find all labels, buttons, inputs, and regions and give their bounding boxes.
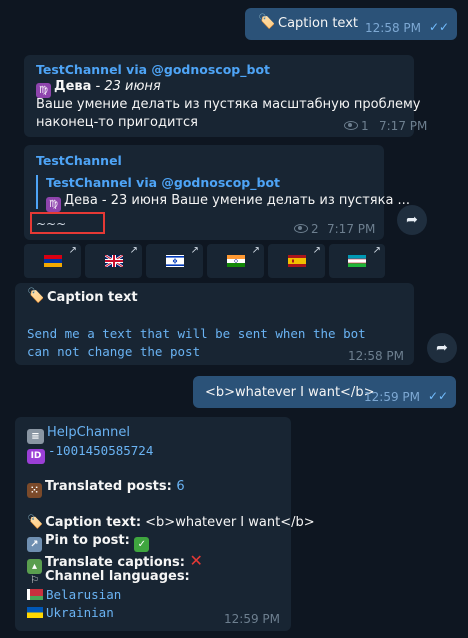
virgo-icon: ♍ (36, 83, 51, 98)
languages-label: Channel languages: (45, 569, 190, 584)
tag-icon: 🏷️ (27, 515, 44, 530)
tag-icon: 🏷️ (27, 288, 45, 304)
incoming-message-caption-prompt[interactable]: 🏷️ Caption text Send me a text that will… (15, 283, 414, 365)
external-link-icon: ↗ (129, 245, 138, 256)
reply-quote[interactable]: TestChannel via @godnoscop_bot ♍ Дева - 2… (36, 175, 410, 212)
translated-label: Translated posts: (45, 479, 177, 494)
message-time: 12:59 PM (224, 612, 280, 626)
translated-count: 6 (176, 479, 185, 494)
channel-id[interactable]: -1001450585724 (48, 443, 153, 458)
message-time: 12:58 PM (348, 349, 404, 363)
incoming-message-channel-settings[interactable]: ≡ HelpChannel ID -1001450585724 ⁙ Translate… (15, 417, 315, 631)
caption-label: Caption text: (45, 515, 142, 530)
quote-body: ♍ Дева - 23 июня Ваше умение делать из пу… (46, 193, 410, 212)
newspaper-icon: ≡ (27, 429, 44, 444)
quote-text: Дева - 23 июня Ваше умение делать из пус… (64, 193, 410, 208)
keyboard-button-uk[interactable]: ↗ (85, 244, 142, 278)
share-button[interactable]: ➦ (427, 333, 457, 363)
message-text-line2: наконец-то пригодится (36, 115, 198, 130)
eye-icon (294, 224, 308, 233)
language-belarusian: Belarusian (27, 587, 121, 603)
virgo-icon: ♍ (46, 197, 61, 212)
white-flag-icon: ⚐ (30, 575, 39, 586)
message-time: 12:58 PM (365, 21, 421, 35)
channel-row: ≡ HelpChannel (27, 425, 130, 444)
check-mark-icon: ✓ (134, 537, 150, 552)
languages-row: ⚐ Channel languages: (27, 569, 190, 588)
external-link-icon: ↗ (68, 245, 77, 256)
keyboard-button-spain[interactable]: ↗ (268, 244, 325, 278)
tilde-text: ~~~ (36, 217, 67, 231)
uzbekistan-flag-icon (348, 255, 366, 267)
quote-author: TestChannel via @godnoscop_bot (46, 175, 281, 190)
keyboard-button-india[interactable]: ↗ (207, 244, 264, 278)
message-time: 12:59 PM (364, 390, 420, 404)
sign-date: - 23 июня (91, 79, 161, 94)
views-counter: 1 (344, 119, 369, 133)
read-ticks-icon: ✓✓ (429, 20, 450, 34)
external-link-icon: ↗ (190, 245, 199, 256)
belarus-flag-icon (27, 589, 43, 600)
uk-flag-icon (104, 255, 123, 267)
caption-value: <b>whatever I want</b> (141, 515, 315, 530)
india-flag-icon (226, 255, 245, 267)
caption-row: 🏷️ Caption text: <b>whatever I want</b> (27, 515, 315, 530)
eye-icon (344, 121, 358, 130)
id-icon: ID (27, 449, 45, 464)
translate-label: Translate captions: (45, 555, 190, 570)
message-text: Caption text (278, 16, 358, 31)
language-ukrainian: Ukrainian (27, 605, 114, 621)
spain-flag-icon (287, 255, 306, 267)
prompt-line1: Send me a text that will be sent when th… (27, 326, 366, 341)
message-author[interactable]: TestChannel via @godnoscop_bot (36, 62, 270, 77)
pin-label: Pin to post: (45, 533, 135, 548)
read-ticks-icon: ✓✓ (428, 389, 449, 403)
ukraine-flag-icon (27, 607, 43, 618)
message-time: 7:17 PM (327, 222, 376, 236)
prompt-line2: can not change the post (27, 344, 201, 359)
armenia-flag-icon (43, 255, 62, 267)
external-link-icon: ↗ (251, 245, 260, 256)
share-button[interactable]: ➦ (397, 205, 427, 235)
keyboard-button-armenia[interactable]: ↗ (24, 244, 81, 278)
message-text: <b>whatever I want</b> (205, 385, 375, 400)
caption-title: Caption text (47, 290, 138, 305)
tag-icon: 🏷️ (258, 14, 276, 30)
channel-link[interactable]: HelpChannel (47, 425, 130, 440)
message-author[interactable]: TestChannel (36, 153, 122, 168)
keyboard-button-uzbekistan[interactable]: ↗ (329, 244, 385, 278)
cross-mark-icon: ✕ (189, 551, 203, 570)
outgoing-message-caption[interactable]: 🏷️ Caption text 12:58 PM ✓✓ (245, 8, 457, 40)
external-link-icon: ↗ (372, 245, 381, 256)
views-counter: 2 (294, 222, 319, 236)
incoming-message-horoscope[interactable]: TestChannel via @godnoscop_bot ♍ Дева - 2… (24, 55, 427, 137)
message-time: 7:17 PM (379, 119, 428, 133)
sign-title: Дева (54, 79, 92, 94)
pin-row: ↗ Pin to post: ✓ (27, 533, 152, 552)
message-text-line1: Ваше умение делать из пустяка масштабную… (36, 97, 421, 112)
keyboard-button-israel[interactable]: ↗ (146, 244, 203, 278)
external-link-icon: ↗ (312, 245, 321, 256)
horoscope-line: ♍ Дева - 23 июня (36, 79, 161, 98)
abacus-icon: ⁙ (27, 483, 42, 498)
id-row: ID -1001450585724 (27, 443, 153, 464)
israel-flag-icon (165, 255, 184, 267)
outgoing-message-whatever[interactable]: <b>whatever I want</b> 12:59 PM ✓✓ (193, 376, 456, 408)
translated-row: ⁙ Translated posts: 6 (27, 479, 185, 498)
incoming-message-reply[interactable]: TestChannel TestChannel via @godnoscop_b… (24, 145, 410, 240)
arrow-up-right-icon: ↗ (27, 537, 42, 552)
